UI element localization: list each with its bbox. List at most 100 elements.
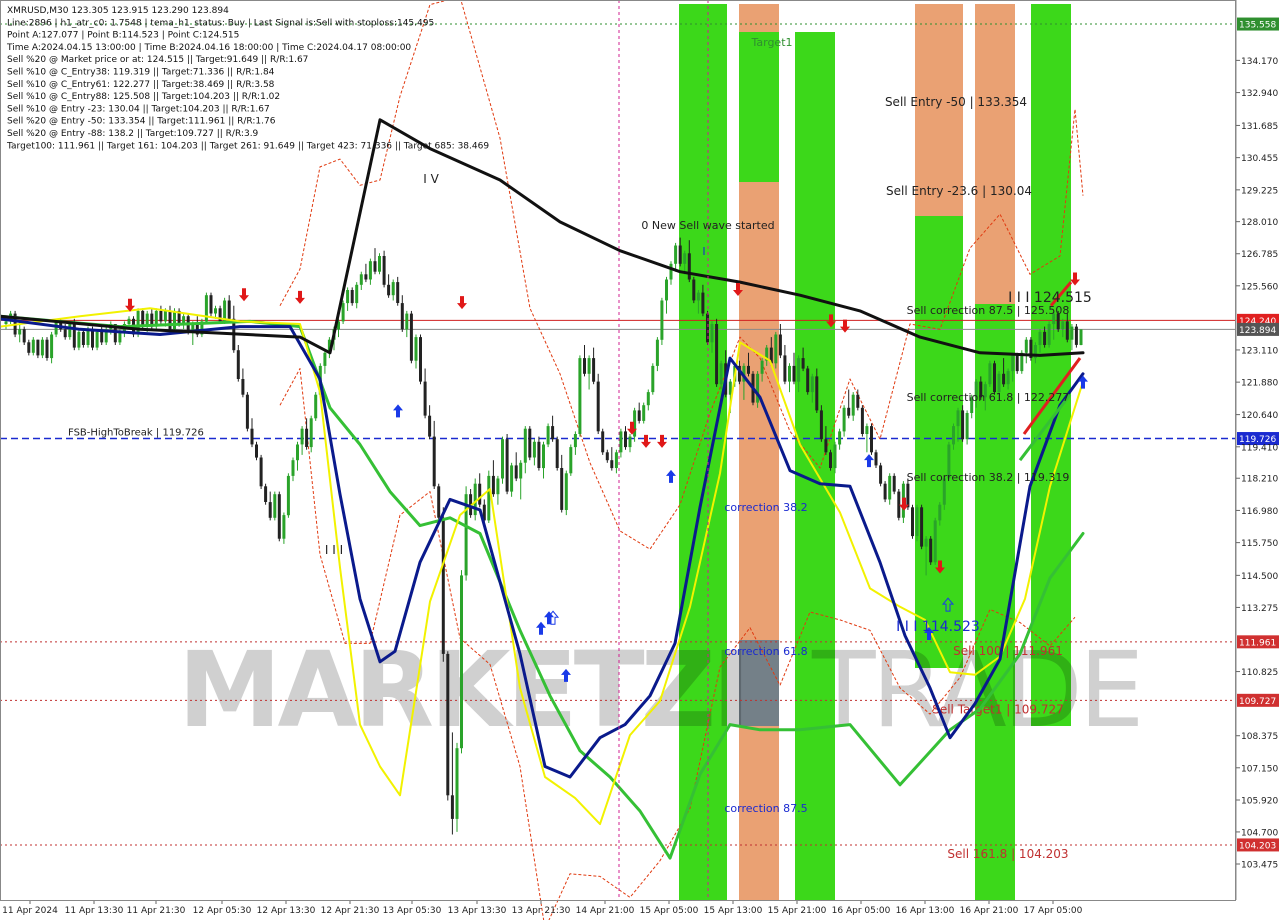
- candle-body: [888, 475, 892, 500]
- candle-body: [879, 465, 883, 484]
- header-info-line: Sell %10 @ C_Entry38: 119.319 || Target:…: [7, 68, 275, 78]
- candle-body: [446, 653, 450, 796]
- candle-body: [168, 310, 172, 330]
- candle-body: [710, 324, 714, 343]
- price-tick-label: 104.700: [1241, 828, 1278, 838]
- green-band-6: [1031, 4, 1071, 726]
- candle-body: [286, 475, 290, 516]
- price-tick-label: 107.150: [1241, 764, 1278, 774]
- price-tick-label: 115.750: [1241, 539, 1278, 549]
- candle-body: [596, 381, 600, 432]
- annotation-label: correction 87.5: [724, 802, 807, 815]
- candle-body: [350, 290, 354, 304]
- candle-body: [797, 358, 801, 382]
- time-tick-label: 16 Apr 21:00: [960, 906, 1019, 916]
- candle-body: [778, 334, 782, 356]
- candle-body: [460, 575, 463, 749]
- candle-body: [669, 263, 673, 280]
- candle-body: [396, 282, 400, 303]
- candle-body: [924, 538, 928, 547]
- candle-body: [760, 360, 764, 374]
- time-tick-label: 15 Apr 21:00: [768, 906, 827, 916]
- candle-body: [519, 462, 523, 479]
- candle-body: [605, 452, 609, 461]
- header-info-line: Sell %20 @ Entry -50: 133.354 || Target:…: [7, 117, 276, 127]
- candle-body: [364, 274, 368, 280]
- candle-body: [478, 483, 482, 505]
- time-tick-label: 13 Apr 05:30: [383, 906, 442, 916]
- candle-body: [22, 329, 26, 343]
- header-info-line: XMRUSD,M30 123.305 123.915 123.290 123.8…: [7, 6, 229, 16]
- candle-body: [965, 413, 969, 440]
- time-tick-label: 12 Apr 13:30: [257, 906, 316, 916]
- candle-body: [455, 748, 459, 819]
- candle-body: [31, 339, 35, 353]
- candle-body: [783, 355, 787, 382]
- price-tick-label: 126.785: [1241, 250, 1278, 260]
- candle-body: [214, 308, 217, 314]
- candle-body: [555, 439, 559, 468]
- candle-body: [359, 274, 363, 285]
- candle-body: [573, 434, 577, 448]
- candle-body: [915, 507, 919, 537]
- candle-body: [592, 358, 596, 382]
- candle-body: [163, 310, 167, 322]
- candle-body: [929, 538, 933, 563]
- price-tick-label: 131.685: [1241, 122, 1278, 132]
- green-band-2: [739, 32, 779, 182]
- candle-body: [273, 494, 277, 518]
- candle-body: [309, 418, 313, 448]
- green-band-4: [915, 216, 963, 668]
- candle-body: [1061, 321, 1065, 330]
- candle-body: [938, 504, 942, 521]
- candle-body: [660, 300, 664, 340]
- annotation-label: Sell Entry -50 | 133.354: [885, 95, 1027, 109]
- candle-body: [159, 310, 163, 322]
- candle-body: [920, 507, 924, 547]
- candle-body: [856, 394, 860, 408]
- time-tick-label: 11 Apr 21:30: [127, 906, 186, 916]
- time-tick-label: 11 Apr 2024: [2, 906, 58, 916]
- candle-body: [838, 431, 842, 445]
- candle-body: [601, 431, 605, 453]
- candle-body: [637, 410, 641, 421]
- candle-body: [610, 460, 614, 469]
- price-tick-label: 129.225: [1241, 186, 1278, 196]
- annotation-label: Sell correction 38.2 | 119.319: [907, 471, 1070, 484]
- candle-body: [127, 318, 131, 324]
- candle-body: [50, 334, 54, 359]
- time-tick-label: 12 Apr 21:30: [321, 906, 380, 916]
- candle-body: [806, 368, 810, 393]
- candle-body: [268, 502, 272, 518]
- candle-body: [405, 313, 409, 330]
- header-info-line: Sell %10 @ C_Entry61: 122.277 || Target:…: [7, 80, 275, 90]
- candle-body: [696, 292, 700, 301]
- price-tag-label: 123.894: [1239, 326, 1276, 336]
- price-tick-label: 121.880: [1241, 379, 1278, 389]
- price-tick-label: 130.455: [1241, 154, 1278, 164]
- candle-body: [642, 405, 646, 421]
- candle-body: [341, 303, 345, 322]
- candle-body: [291, 460, 295, 476]
- candle-body: [264, 486, 268, 502]
- price-tick-label: 114.500: [1241, 572, 1278, 582]
- candle-body: [933, 520, 937, 563]
- annotation-label: I I I 114.523: [896, 619, 980, 635]
- price-chart: MARKETZI TRADE FSB-HighToBreak | 119.726…: [0, 0, 1280, 924]
- candle-body: [487, 475, 491, 521]
- candle-body: [532, 441, 536, 458]
- candle-body: [619, 431, 623, 453]
- candle-body: [715, 324, 719, 385]
- price-tick-label: 116.980: [1241, 507, 1278, 517]
- candle-body: [665, 279, 668, 301]
- header-info-line: Target100: 111.961 || Target 161: 104.20…: [6, 141, 489, 151]
- header-info-line: Line:2896 | h1_atr_c0: 1.7548 | tema_h1_…: [7, 18, 434, 28]
- candle-body: [865, 426, 869, 434]
- candle-body: [692, 279, 696, 301]
- candle-body: [346, 290, 350, 304]
- candle-body: [906, 483, 910, 508]
- candle-body: [296, 444, 299, 461]
- candle-body: [441, 517, 445, 654]
- candle-body: [282, 515, 286, 539]
- candle-body: [583, 358, 586, 374]
